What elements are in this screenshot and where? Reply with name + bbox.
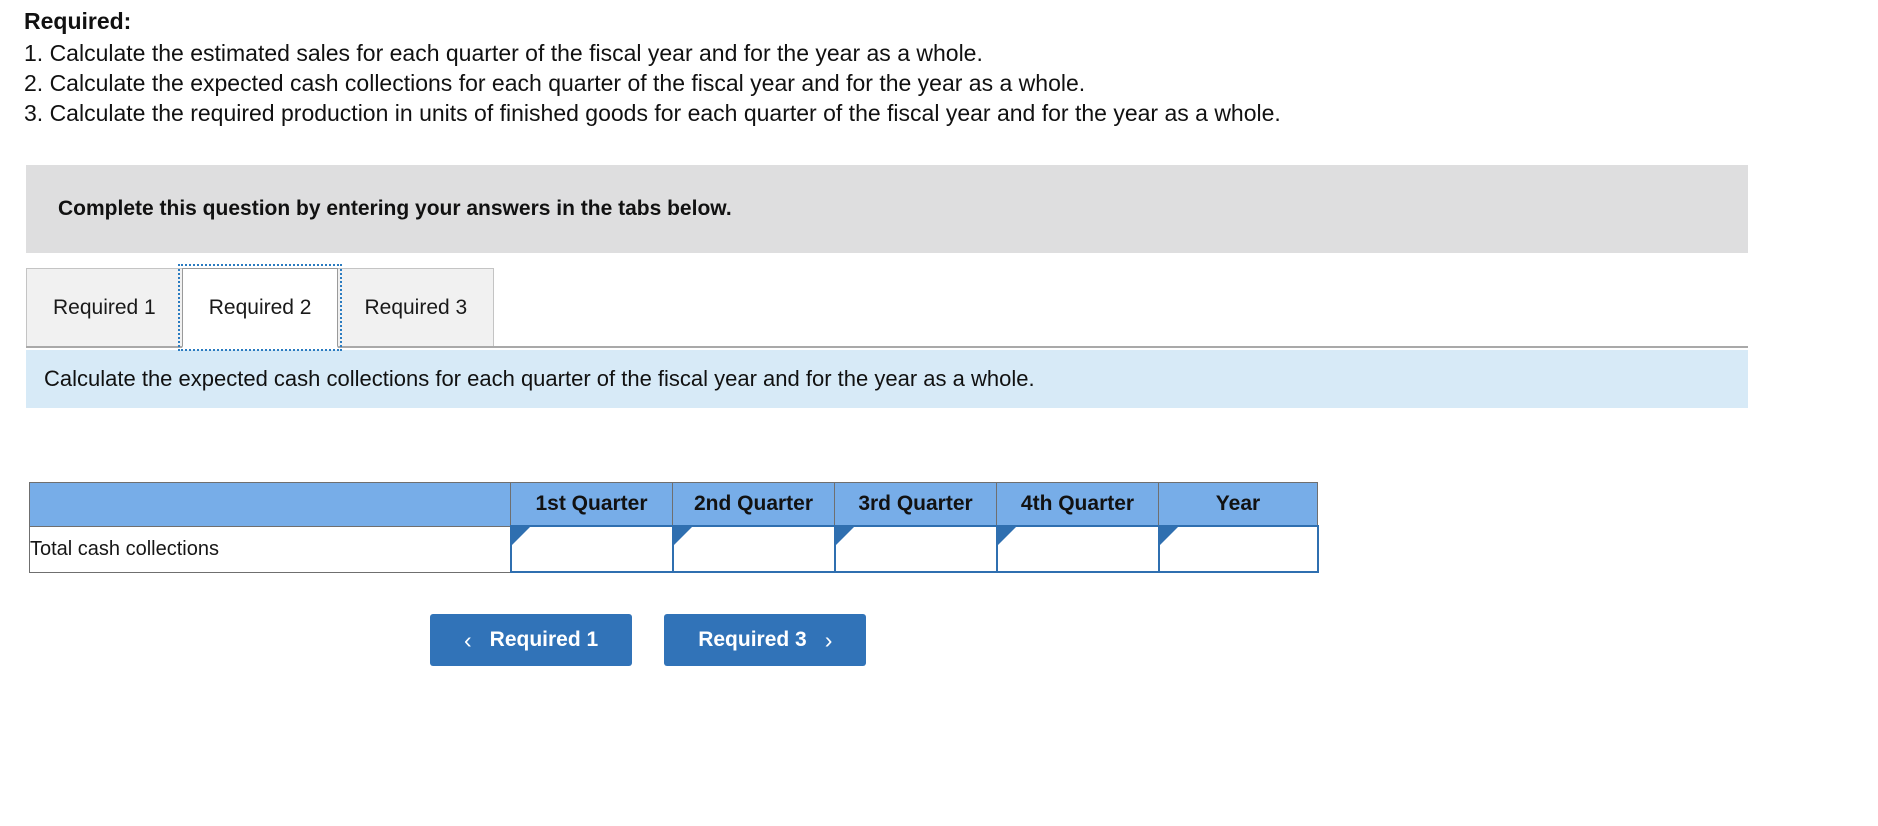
cash-collections-table: 1st Quarter 2nd Quarter 3rd Quarter 4th … <box>29 482 1319 573</box>
prev-required-button-label: Required 1 <box>489 628 599 651</box>
input-cell-q1[interactable] <box>509 525 674 573</box>
requirements-block: Required: 1. Calculate the estimated sal… <box>24 6 1824 128</box>
next-required-button[interactable]: Required 3 › <box>664 614 867 666</box>
table-header-q1: 1st Quarter <box>510 482 673 527</box>
chevron-left-icon: ‹ <box>464 626 472 653</box>
input-cell-q2-value <box>674 527 834 571</box>
tab-required-2[interactable]: Required 2 <box>177 264 343 351</box>
row-label-total-cash-collections: Total cash collections <box>29 525 511 573</box>
tabs-row: Required 1 Required 2 Required 3 <box>26 264 495 351</box>
tab-required-1-label: Required 1 <box>53 295 156 319</box>
tab-required-2-label: Required 2 <box>208 295 312 319</box>
input-cell-q4[interactable] <box>995 525 1160 573</box>
table-body: Total cash collections <box>29 525 1319 573</box>
requirements-heading: Required: <box>24 8 132 34</box>
input-cell-year[interactable] <box>1157 525 1319 573</box>
tab-required-1[interactable]: Required 1 <box>26 268 183 346</box>
tabs-container: Required 1 Required 2 Required 3 <box>26 264 1748 351</box>
table-header-corner <box>29 482 511 527</box>
question-page: Required: 1. Calculate the estimated sal… <box>0 0 1878 826</box>
requirement-item-2: 2. Calculate the expected cash collectio… <box>24 70 1086 96</box>
instructions-banner-text: Complete this question by entering your … <box>58 197 732 220</box>
chevron-right-icon: › <box>824 626 833 653</box>
input-cell-q3[interactable] <box>833 525 998 573</box>
table-header: 1st Quarter 2nd Quarter 3rd Quarter 4th … <box>29 482 1318 527</box>
table-header-year: Year <box>1158 482 1318 527</box>
requirement-item-1: 1. Calculate the estimated sales for eac… <box>24 40 983 66</box>
table-row: Total cash collections <box>29 525 1319 573</box>
input-cell-q1-value <box>512 527 672 571</box>
input-cell-q3-value <box>836 527 996 571</box>
input-cell-year-value <box>1160 527 1317 571</box>
requirement-item-3: 3. Calculate the required production in … <box>24 100 1281 126</box>
table-header-row: 1st Quarter 2nd Quarter 3rd Quarter 4th … <box>29 482 1318 527</box>
table-header-q4: 4th Quarter <box>996 482 1159 527</box>
tab-required-3-label: Required 3 <box>364 295 468 319</box>
table-header-q2: 2nd Quarter <box>672 482 835 527</box>
instructions-banner: Complete this question by entering your … <box>26 165 1748 253</box>
task-instruction-text: Calculate the expected cash collections … <box>44 366 1035 391</box>
navigation-buttons: ‹ Required 1 Required 3 › <box>430 614 867 666</box>
prev-required-button[interactable]: ‹ Required 1 <box>430 614 633 666</box>
input-cell-q4-value <box>998 527 1158 571</box>
table-header-q3: 3rd Quarter <box>834 482 997 527</box>
input-cell-q2[interactable] <box>671 525 836 573</box>
tab-required-3[interactable]: Required 3 <box>337 268 495 346</box>
task-instruction-panel: Calculate the expected cash collections … <box>26 350 1748 408</box>
next-required-button-label: Required 3 <box>698 628 807 651</box>
